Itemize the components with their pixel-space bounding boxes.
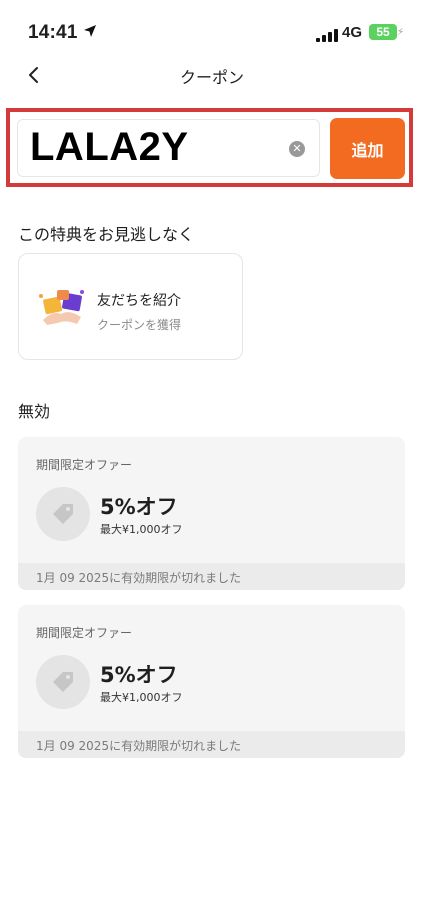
- coupon-discount: 5%オフ: [100, 663, 178, 687]
- invalid-section-title: 無効: [18, 402, 51, 421]
- coupon-offer-label: 期間限定オファー: [36, 458, 133, 472]
- coupon-tag-badge: [36, 487, 90, 541]
- location-arrow-icon: [84, 25, 96, 37]
- coupon-code-value: LALA2Y: [30, 125, 189, 169]
- refer-friend-subtitle: クーポンを獲得: [97, 318, 182, 332]
- refer-friend-title: 友だちを紹介: [97, 293, 181, 309]
- battery-icon: 55: [369, 24, 397, 40]
- coupon-discount: 5%オフ: [100, 495, 178, 519]
- coupon-card: 期間限定オファー 5%オフ 最大¥1,000オフ 1月 09 2025に有効期限…: [18, 437, 405, 590]
- coupon-code-input[interactable]: LALA2Y ✕: [17, 119, 320, 177]
- page-title: クーポン: [179, 68, 244, 87]
- status-time: 14:41: [28, 22, 78, 43]
- coupon-offer-label: 期間限定オファー: [36, 626, 133, 640]
- gift-icon: [39, 290, 84, 325]
- add-button[interactable]: 追加: [330, 118, 405, 179]
- price-tag-icon: [53, 504, 73, 524]
- charging-icon: ⚡: [397, 27, 405, 38]
- refer-friend-card[interactable]: 友だちを紹介 クーポンを獲得: [18, 253, 243, 360]
- coupon-expiry-bar: 1月 09 2025に有効期限が切れました: [18, 731, 405, 758]
- coupon-tag-badge: [36, 655, 90, 709]
- price-tag-icon: [53, 672, 73, 692]
- signal-icon: [316, 29, 338, 42]
- status-bar: 14:41 4G 55 ⚡: [0, 0, 424, 62]
- network-type: 4G: [342, 24, 363, 41]
- coupon-expiry-text: 1月 09 2025に有効期限が切れました: [36, 739, 242, 753]
- nav-bar: クーポン: [0, 58, 424, 92]
- coupon-max: 最大¥1,000オフ: [100, 523, 183, 536]
- clear-icon[interactable]: ✕: [289, 141, 305, 157]
- coupon-max: 最大¥1,000オフ: [100, 691, 183, 704]
- coupon-expiry-text: 1月 09 2025に有効期限が切れました: [36, 571, 242, 585]
- coupon-card: 期間限定オファー 5%オフ 最大¥1,000オフ 1月 09 2025に有効期限…: [18, 605, 405, 758]
- promo-section-title: この特典をお見逃しなく: [18, 225, 195, 244]
- coupon-expiry-bar: 1月 09 2025に有効期限が切れました: [18, 563, 405, 590]
